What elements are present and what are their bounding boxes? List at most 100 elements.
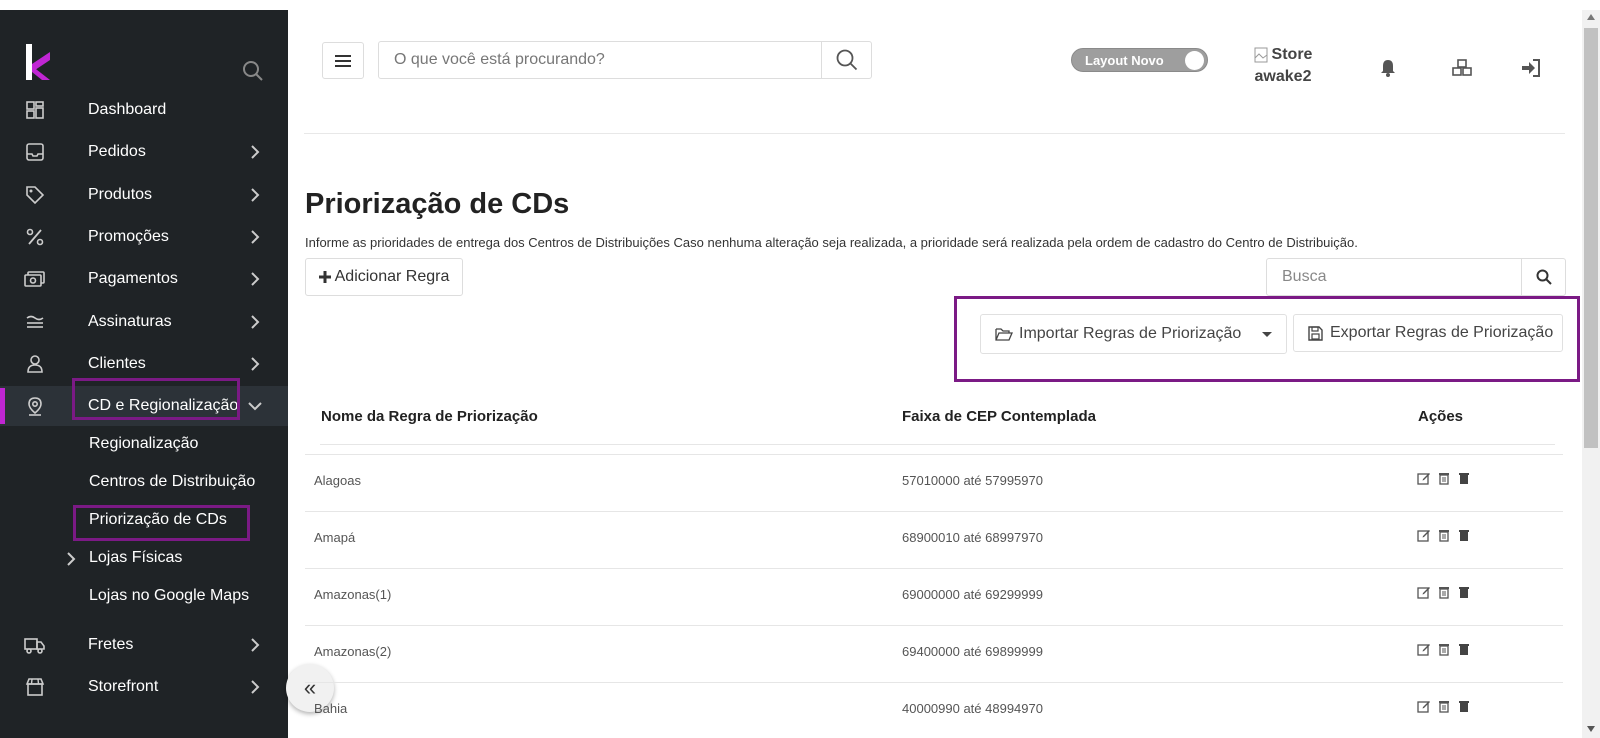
edit-icon[interactable] [1417,471,1431,485]
top-strip [0,0,1600,10]
row-actions [1417,471,1471,485]
truck-icon [24,634,46,656]
header-divider [304,133,1565,134]
bell-icon[interactable] [1378,58,1398,78]
sidebar-subitem-regionalizacao[interactable]: Regionalização [89,435,198,453]
row-actions [1417,585,1471,599]
sidebar-item-dashboard[interactable]: Dashboard [0,90,288,130]
table-search-input[interactable] [1267,259,1521,295]
column-header-actions: Ações [1418,408,1464,425]
scroll-up-arrow-icon[interactable] [1587,14,1595,20]
cell-rule-name: Amazonas(2) [314,644,392,659]
sidebar-item-pagamentos[interactable]: Pagamentos [0,259,288,299]
store-label: Store [1271,46,1313,63]
cubes-icon[interactable] [1452,58,1472,78]
sidebar-item-label: Dashboard [88,101,167,118]
trash-icon[interactable] [1457,528,1471,542]
sidebar-search-icon[interactable] [242,60,264,82]
search-icon [1536,269,1552,285]
table-search [1266,258,1566,296]
percent-icon [24,226,46,248]
sidebar-item-label: Pagamentos [88,270,178,287]
trash-icon[interactable] [1457,642,1471,656]
sidebar-item-promocoes[interactable]: Promoções [0,217,288,257]
header-search [378,41,872,79]
sidebar-item-produtos[interactable]: Produtos [0,175,288,215]
layout-toggle-label: Layout Novo [1085,53,1164,68]
cell-rule-name: Bahia [314,701,348,716]
header-search-button[interactable] [821,42,871,78]
chevron-right-icon[interactable] [65,552,77,566]
store-name: awake2 [1254,68,1312,85]
sidebar-item-fretes[interactable]: Fretes [0,625,288,665]
export-rules-button[interactable]: Exportar Regras de Priorização [1293,314,1563,352]
trash-outline-icon[interactable] [1437,528,1451,542]
chevron-right-icon [251,638,260,652]
sidebar-item-label: Fretes [88,636,134,653]
trash-icon[interactable] [1457,699,1471,713]
search-icon [836,49,857,71]
sidebar-subitem-centros[interactable]: Centros de Distribuição [89,473,255,491]
highlight-box-submenu [73,505,250,541]
sidebar-item-label: Assinaturas [88,313,172,330]
chevron-right-icon [251,315,260,329]
cell-rule-name: Amazonas(1) [314,587,392,602]
layout-toggle[interactable]: Layout Novo [1071,48,1208,72]
add-rule-label: Adicionar Regra [334,268,450,285]
table-row: Amazonas(1) 69000000 até 69299999 [305,568,1563,624]
user-icon [24,353,46,375]
cell-cep-range: 69000000 até 69299999 [902,587,1043,602]
dashboard-icon [24,99,46,121]
trash-icon[interactable] [1457,471,1471,485]
cell-cep-range: 68900010 até 68997970 [902,530,1043,545]
header-search-input[interactable] [379,42,821,78]
chevron-right-icon [251,272,260,286]
page-description: Informe as prioridades de entrega dos Ce… [305,235,1358,250]
hamburger-icon [335,54,351,67]
cell-rule-name: Amapá [314,530,356,545]
page-scrollbar[interactable] [1582,10,1600,738]
header-divider-line [320,444,1555,445]
sidebar-item-storefront[interactable]: Storefront [0,667,288,707]
table-row: Alagoas 57010000 até 57995970 [305,454,1563,510]
scroll-down-arrow-icon[interactable] [1587,726,1595,732]
sign-in-icon[interactable] [1521,58,1541,78]
cell-cep-range: 57010000 até 57995970 [902,473,1043,488]
trash-outline-icon[interactable] [1437,471,1451,485]
sidebar-subitem-google-maps[interactable]: Lojas no Google Maps [89,587,249,605]
add-rule-button[interactable]: Adicionar Regra [305,258,463,296]
caret-down-icon [1262,332,1272,337]
trash-outline-icon[interactable] [1437,642,1451,656]
trash-icon[interactable] [1457,585,1471,599]
cell-rule-name: Alagoas [314,473,361,488]
row-actions [1417,642,1471,656]
import-rules-dropdown[interactable]: Importar Regras de Priorização [980,314,1287,354]
broken-image-icon [1254,47,1268,63]
tag-icon [24,184,46,206]
chevron-right-icon [251,680,260,694]
table-search-button[interactable] [1521,259,1565,295]
menu-toggle-button[interactable] [322,42,364,79]
row-actions [1417,699,1471,713]
export-rules-label: Exportar Regras de Priorização [1330,324,1554,341]
sidebar-item-assinaturas[interactable]: Assinaturas [0,302,288,342]
chevron-right-icon [251,188,260,202]
scrollbar-thumb[interactable] [1584,28,1598,448]
map-pin-icon [24,395,46,417]
logo-icon[interactable] [24,44,52,80]
sidebar: Dashboard Pedidos Produtos Promoções Pag… [0,10,288,738]
store-image-alt[interactable]: Store awake2 [1238,44,1328,88]
table-row: Amapá 68900010 até 68997970 [305,511,1563,567]
trash-outline-icon[interactable] [1437,699,1451,713]
edit-icon[interactable] [1417,528,1431,542]
plus-icon [318,271,331,283]
store-icon [24,676,46,698]
edit-icon[interactable] [1417,585,1431,599]
edit-icon[interactable] [1417,699,1431,713]
edit-icon[interactable] [1417,642,1431,656]
trash-outline-icon[interactable] [1437,585,1451,599]
sidebar-item-pedidos[interactable]: Pedidos [0,132,288,172]
sidebar-subitem-lojas-fisicas[interactable]: Lojas Físicas [89,549,182,567]
folder-open-icon [995,328,1013,341]
import-rules-label: Importar Regras de Priorização [1019,325,1242,342]
